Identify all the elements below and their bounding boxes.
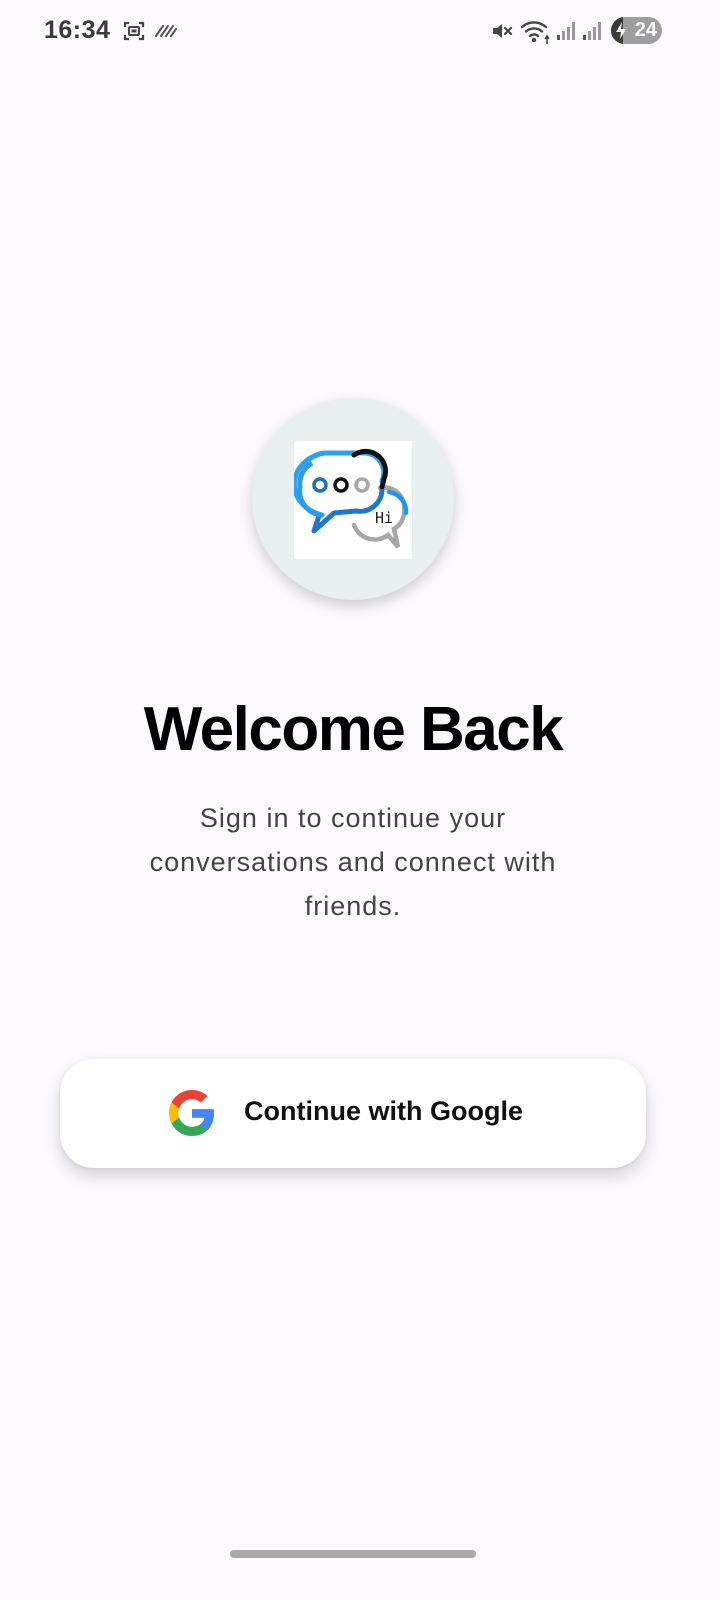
status-bar: 16:34 24 [0,0,720,64]
wifi-icon [520,21,550,44]
page-title: Welcome Back [143,695,564,764]
logo-hi-text: Hi [375,509,393,527]
signal-icon [583,22,601,40]
screenshot-icon [123,21,145,41]
chat-bubbles-logo: Hi [291,441,412,559]
chat-bubbles-icon: Hi [291,448,409,549]
status-time: 16:34 [44,16,111,44]
nfc-icon [155,25,177,37]
battery-indicator: 24 [611,17,662,44]
home-indicator[interactable] [230,1550,476,1558]
mute-icon [493,24,513,38]
continue-with-google-label: Continue with Google [244,1096,523,1126]
continue-with-google-button[interactable]: Continue with Google [60,1059,646,1168]
charging-icon [616,22,626,39]
google-g-icon [169,1090,215,1136]
page-subtitle: Sign in to continue your conversations a… [149,803,557,921]
signal-icon [557,22,575,40]
battery-level: 24 [634,19,657,41]
